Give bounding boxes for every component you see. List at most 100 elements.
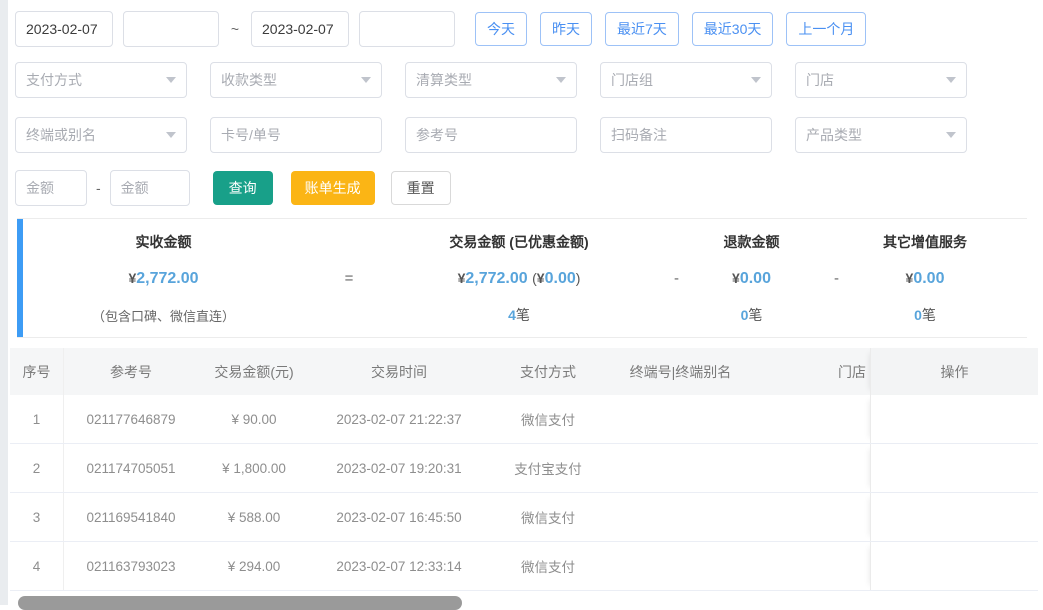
summary-amount: ¥0.00	[905, 269, 945, 287]
summary-equals-separator: =	[344, 269, 354, 287]
amount-range-separator: -	[96, 180, 101, 196]
store-group-select[interactable]: 门店组	[600, 62, 772, 98]
chevron-down-icon	[361, 77, 371, 83]
amount-max-input[interactable]	[109, 170, 190, 206]
action-row: - 查询 账单生成 重置	[15, 170, 451, 206]
select-filter-row: 支付方式 收款类型 清算类型 门店组 门店	[15, 62, 990, 98]
product-type-select[interactable]: 产品类型	[795, 117, 967, 153]
cell-store	[753, 444, 870, 492]
cell-time: 2023-02-07 16:45:50	[336, 509, 462, 525]
cell-amount: ¥ 294.00	[227, 558, 281, 574]
table-row[interactable]: 1 021177646879 ¥ 90.00 2023-02-07 21:22:…	[10, 395, 1038, 444]
cell-store	[753, 542, 870, 590]
header-pay-method: 支付方式	[520, 363, 576, 380]
summary-transaction-amount: 交易金额 (已优惠金额) ¥2,772.00 (¥0.00) 4笔	[394, 219, 644, 337]
pay-method-select[interactable]: 支付方式	[15, 62, 187, 98]
cell-ref: 021174705051	[86, 460, 176, 476]
summary-count: 0笔	[740, 307, 763, 323]
header-time: 交易时间	[371, 363, 427, 380]
chevron-down-icon	[946, 77, 956, 83]
receipt-type-select[interactable]: 收款类型	[210, 62, 382, 98]
summary-value-added-services: 其它增值服务 ¥0.00 0笔	[879, 219, 971, 337]
summary-label: 交易金额 (已优惠金额)	[449, 234, 589, 250]
quick-range-yesterday-button[interactable]: 昨天	[540, 12, 592, 46]
cell-pay-method: 微信支付	[521, 511, 575, 526]
terminal-alias-select-placeholder: 终端或别名	[26, 127, 96, 143]
cell-ref: 021177646879	[86, 411, 176, 427]
quick-range-last30days-button[interactable]: 最近30天	[691, 12, 774, 46]
table-row[interactable]: 2 021174705051 ¥ 1,800.00 2023-02-07 19:…	[10, 444, 1038, 493]
search-button[interactable]: 查询	[212, 171, 273, 205]
header-seq: 序号	[10, 348, 64, 395]
date-filter-row: ~ 今天 昨天 最近7天 最近30天 上一个月	[15, 11, 879, 47]
cell-store	[753, 493, 870, 541]
scan-remark-input[interactable]	[600, 117, 772, 153]
cell-seq: 4	[10, 542, 64, 590]
cell-time: 2023-02-07 12:33:14	[336, 558, 462, 574]
product-type-select-placeholder: 产品类型	[806, 127, 862, 143]
receipt-type-select-placeholder: 收款类型	[221, 72, 277, 88]
page-left-gutter	[0, 0, 8, 605]
cell-action[interactable]	[870, 542, 1038, 590]
card-number-input[interactable]	[210, 117, 382, 153]
cell-seq: 2	[10, 444, 64, 492]
header-terminal: 终端号|终端别名	[629, 363, 732, 380]
cell-terminal	[608, 444, 753, 492]
quick-range-lastmonth-button[interactable]: 上一个月	[786, 12, 867, 46]
table-header-row: 序号 参考号 交易金额(元) 交易时间 支付方式 终端号|终端别名 门店 操作	[10, 348, 1038, 395]
end-date-input[interactable]	[251, 11, 349, 47]
cell-seq: 1	[10, 395, 64, 443]
start-time-input[interactable]	[123, 11, 219, 47]
reset-button[interactable]: 重置	[390, 171, 451, 205]
summary-minus-separator: -	[834, 269, 839, 287]
settlement-summary: 实收金额 ¥2,772.00 （包含口碑、微信直连） = 交易金额 (已优惠金额…	[17, 218, 1027, 338]
summary-refund-amount: 退款金额 ¥0.00 0笔	[709, 219, 794, 337]
chevron-down-icon	[166, 132, 176, 138]
cell-action[interactable]	[870, 493, 1038, 541]
cell-time: 2023-02-07 21:22:37	[336, 411, 462, 427]
quick-range-bar: 今天 昨天 最近7天 最近30天 上一个月	[475, 12, 879, 46]
horizontal-scrollbar-thumb[interactable]	[18, 596, 462, 610]
table-row[interactable]: 3 021169541840 ¥ 588.00 2023-02-07 16:45…	[10, 493, 1038, 542]
store-group-select-placeholder: 门店组	[611, 72, 653, 88]
transaction-query-page: ~ 今天 昨天 最近7天 最近30天 上一个月 支付方式 收款类型 清算类型 门…	[8, 0, 1043, 605]
cell-amount: ¥ 90.00	[231, 411, 277, 427]
reference-number-input[interactable]	[405, 117, 577, 153]
date-range-separator: ~	[230, 21, 240, 37]
summary-minus-separator: -	[674, 269, 679, 287]
transactions-table: 序号 参考号 交易金额(元) 交易时间 支付方式 终端号|终端别名 门店 操作 …	[10, 348, 1038, 591]
end-time-input[interactable]	[359, 11, 455, 47]
cell-amount: ¥ 1,800.00	[222, 460, 286, 476]
text-filter-row: 终端或别名 产品类型	[15, 117, 990, 153]
cell-store	[753, 395, 870, 443]
bill-generate-button[interactable]: 账单生成	[290, 171, 375, 205]
quick-range-last7days-button[interactable]: 最近7天	[605, 12, 679, 46]
header-amount: 交易金额(元)	[214, 363, 294, 380]
store-select[interactable]: 门店	[795, 62, 967, 98]
cell-pay-method: 微信支付	[521, 413, 575, 428]
cell-pay-method: 支付宝支付	[514, 462, 582, 477]
summary-amount: ¥2,772.00 (¥0.00)	[457, 269, 581, 287]
pay-method-select-placeholder: 支付方式	[26, 72, 82, 88]
cell-ref: 021169541840	[86, 509, 176, 525]
quick-range-today-button[interactable]: 今天	[475, 12, 527, 46]
start-date-input[interactable]	[15, 11, 113, 47]
table-row[interactable]: 4 021163793023 ¥ 294.00 2023-02-07 12:33…	[10, 542, 1038, 591]
header-action: 操作	[870, 348, 1038, 395]
summary-note: （包含口碑、微信直连）	[91, 309, 235, 324]
settlement-type-select[interactable]: 清算类型	[405, 62, 577, 98]
header-ref: 参考号	[110, 363, 152, 380]
summary-amount: ¥0.00	[732, 269, 771, 287]
cell-terminal	[608, 542, 753, 590]
cell-ref: 021163793023	[86, 558, 176, 574]
cell-action[interactable]	[870, 444, 1038, 492]
terminal-alias-select[interactable]: 终端或别名	[15, 117, 187, 153]
summary-amount: ¥2,772.00	[128, 270, 199, 287]
cell-action[interactable]	[870, 395, 1038, 443]
chevron-down-icon	[556, 77, 566, 83]
cell-terminal	[608, 493, 753, 541]
cell-pay-method: 微信支付	[521, 560, 575, 575]
cell-terminal	[608, 395, 753, 443]
amount-min-input[interactable]	[15, 170, 87, 206]
cell-seq: 3	[10, 493, 64, 541]
